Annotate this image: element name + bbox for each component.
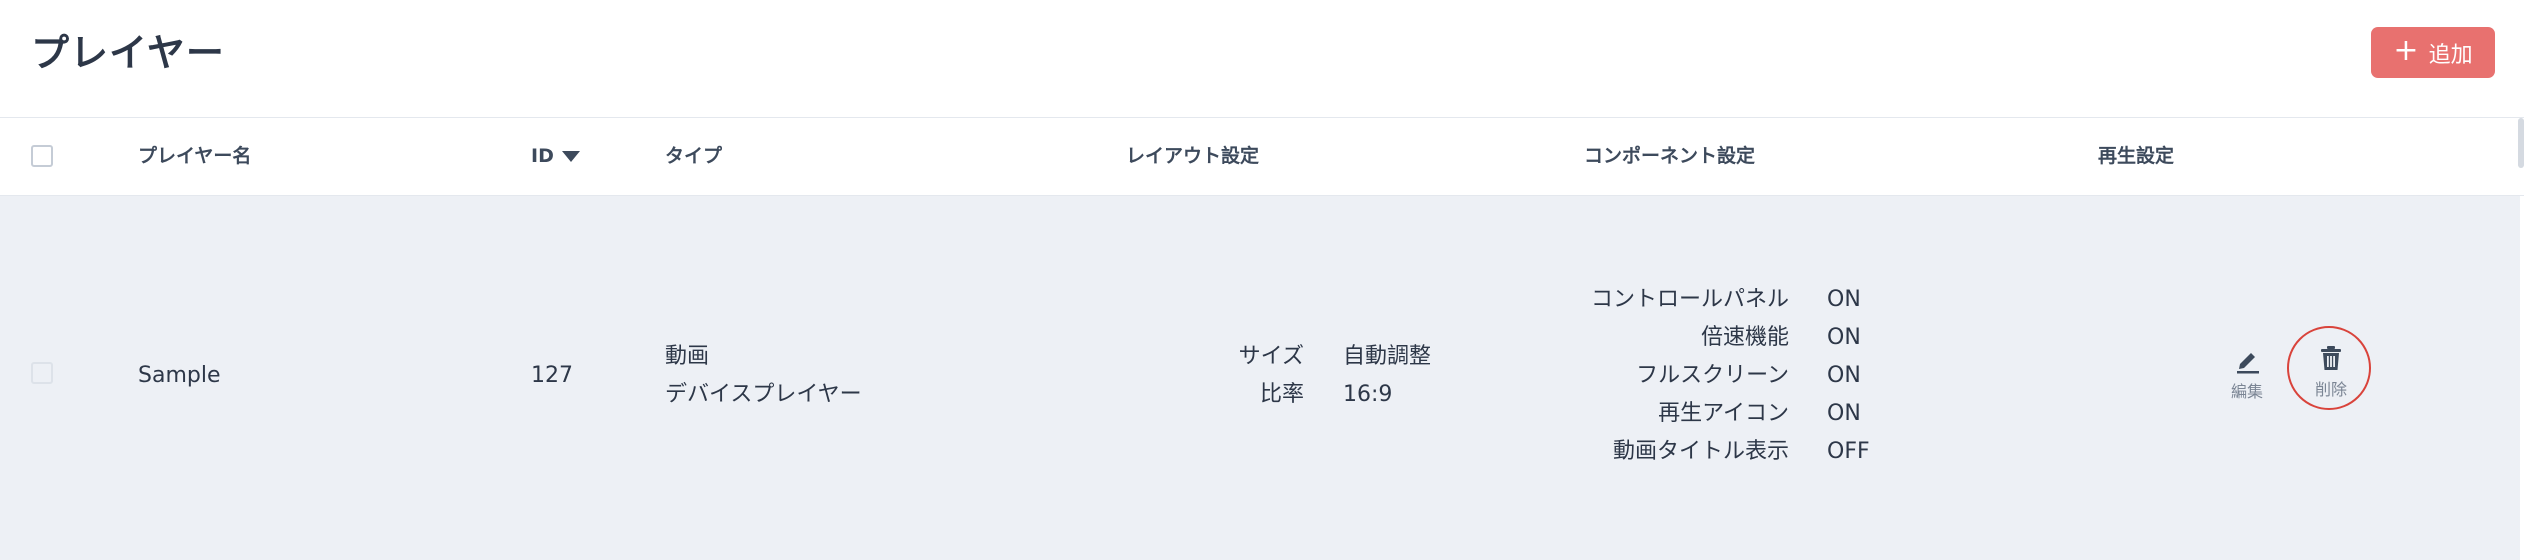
player-name: Sample bbox=[138, 363, 221, 388]
add-button[interactable]: + 追加 bbox=[2371, 27, 2495, 78]
pencil-icon bbox=[2237, 353, 2259, 374]
page-title: プレイヤー bbox=[31, 31, 225, 75]
component-label: 動画タイトル表示 bbox=[1612, 439, 1789, 464]
edit-label: 編集 bbox=[2230, 382, 2263, 401]
player-id: 127 bbox=[531, 363, 573, 388]
column-header-type: タイプ bbox=[665, 145, 723, 167]
component-value: ON bbox=[1827, 287, 1861, 312]
layout-labels: サイズ 比率 bbox=[1200, 338, 1304, 414]
vertical-scrollbar[interactable] bbox=[2518, 118, 2524, 168]
add-button-label: 追加 bbox=[2428, 42, 2473, 68]
layout-value: 16:9 bbox=[1343, 382, 1393, 407]
column-header-component: コンポーネント設定 bbox=[1584, 145, 1756, 167]
layout-values: 自動調整 16:9 bbox=[1343, 338, 1431, 414]
sort-desc-icon bbox=[561, 151, 580, 162]
column-header-name: プレイヤー名 bbox=[138, 145, 252, 167]
component-label: 再生アイコン bbox=[1658, 401, 1789, 426]
layout-value: 自動調整 bbox=[1343, 344, 1432, 369]
type-line: 動画 bbox=[665, 344, 710, 369]
column-header-playback: 再生設定 bbox=[2098, 145, 2175, 167]
select-all-checkbox[interactable] bbox=[31, 145, 53, 167]
player-type: 動画 デバイスプレイヤー bbox=[665, 338, 862, 414]
component-label: 倍速機能 bbox=[1700, 325, 1789, 350]
component-label: コントロールパネル bbox=[1590, 287, 1789, 312]
layout-label: 比率 bbox=[1259, 382, 1304, 407]
component-values: ON ON ON ON OFF bbox=[1827, 281, 1870, 471]
page-header: プレイヤー + 追加 bbox=[0, 0, 2524, 118]
type-line: デバイスプレイヤー bbox=[665, 382, 862, 407]
component-value: ON bbox=[1827, 325, 1861, 350]
table-header: プレイヤー名 ID タイプ レイアウト設定 コンポーネント設定 再生設定 bbox=[0, 118, 2524, 196]
component-labels: コントロールパネル 倍速機能 フルスクリーン 再生アイコン 動画タイトル表示 bbox=[1520, 281, 1789, 471]
column-header-id[interactable]: ID bbox=[531, 118, 580, 195]
component-label: フルスクリーン bbox=[1636, 363, 1789, 388]
edit-button[interactable]: 編集 bbox=[2225, 346, 2269, 402]
delete-highlight-ring bbox=[2287, 326, 2371, 410]
column-header-layout: レイアウト設定 bbox=[1126, 145, 1260, 167]
table-row: Sample 127 動画 デバイスプレイヤー サイズ 比率 自動調整 16:9… bbox=[0, 196, 2520, 560]
column-header-id-label: ID bbox=[531, 145, 554, 167]
component-value: ON bbox=[1827, 401, 1861, 426]
row-checkbox[interactable] bbox=[31, 362, 53, 384]
component-value: OFF bbox=[1827, 439, 1870, 464]
layout-label: サイズ bbox=[1238, 344, 1304, 369]
plus-icon: + bbox=[2393, 33, 2419, 68]
component-value: ON bbox=[1827, 363, 1861, 388]
